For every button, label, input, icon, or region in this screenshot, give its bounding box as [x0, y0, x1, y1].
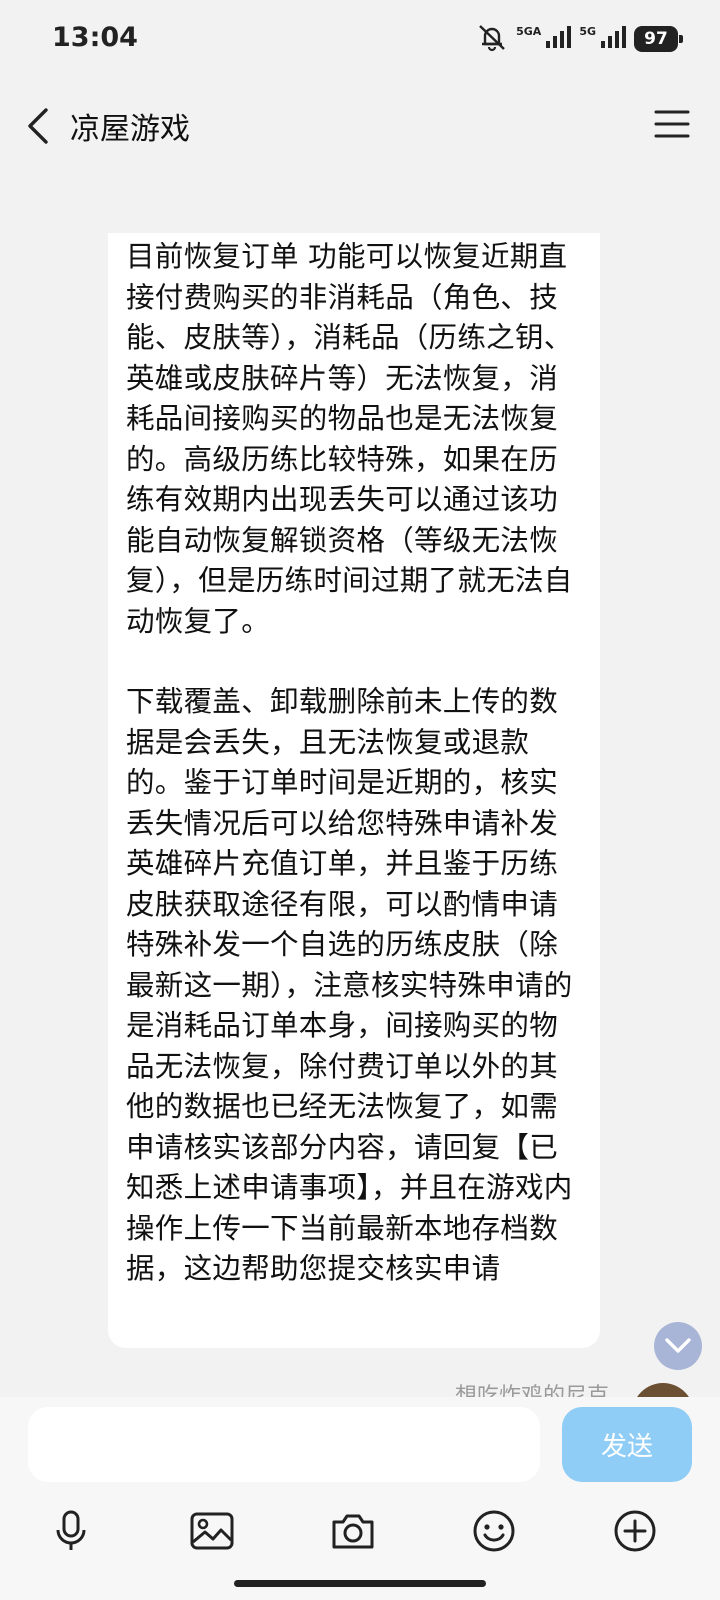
send-button[interactable]: 发送 — [562, 1407, 692, 1482]
chevron-left-icon — [28, 108, 48, 144]
hamburger-menu-icon — [654, 110, 690, 138]
battery-level: 97 — [644, 29, 668, 49]
clock: 13:04 — [52, 22, 138, 53]
message-paragraph: 目前恢复订单 功能可以恢复近期直接付费购买的非消耗品（角色、技能、皮肤等），消耗… — [126, 240, 573, 638]
microphone-icon — [56, 1510, 86, 1550]
image-button[interactable] — [182, 1501, 242, 1561]
home-indicator[interactable] — [234, 1580, 486, 1587]
status-bar: 13:04 5GA 5G 97 — [0, 0, 720, 80]
chat-header: 凉屋游戏 — [0, 90, 720, 160]
sender-name: 想吃炸鸡的尼克 — [455, 1384, 610, 1398]
input-bar: 发送 — [0, 1397, 720, 1600]
mute-bell-icon — [476, 22, 508, 56]
message-bubble[interactable]: 目前恢复订单 功能可以恢复近期直接付费购买的非消耗品（角色、技能、皮肤等），消耗… — [108, 233, 600, 1348]
signal-icon — [545, 26, 572, 52]
battery-icon: 97 — [634, 26, 683, 52]
message-input[interactable] — [28, 1407, 540, 1482]
chat-title: 凉屋游戏 — [70, 112, 190, 147]
plus-icon — [614, 1510, 656, 1552]
image-icon — [190, 1512, 234, 1550]
scroll-to-bottom-button[interactable] — [654, 1322, 702, 1370]
menu-button[interactable] — [652, 106, 692, 142]
emoji-icon — [473, 1510, 515, 1552]
status-icons: 5GA 5G 97 — [476, 22, 683, 56]
camera-icon — [332, 1514, 374, 1549]
back-button[interactable] — [20, 104, 60, 148]
signal-1-label: 5GA — [516, 24, 542, 38]
signal-2-label: 5G — [579, 24, 596, 38]
signal-icon — [600, 26, 626, 52]
voice-button[interactable] — [41, 1501, 101, 1561]
camera-button[interactable] — [323, 1501, 383, 1561]
avatar[interactable] — [632, 1383, 694, 1397]
message-paragraph: 下载覆盖、卸载删除前未上传的数据是会丢失，且无法恢复或退款的。鉴于订单时间是近期… — [126, 685, 573, 1285]
chevron-down-icon — [665, 1338, 691, 1353]
emoji-button[interactable] — [464, 1501, 524, 1561]
more-button[interactable] — [605, 1501, 665, 1561]
